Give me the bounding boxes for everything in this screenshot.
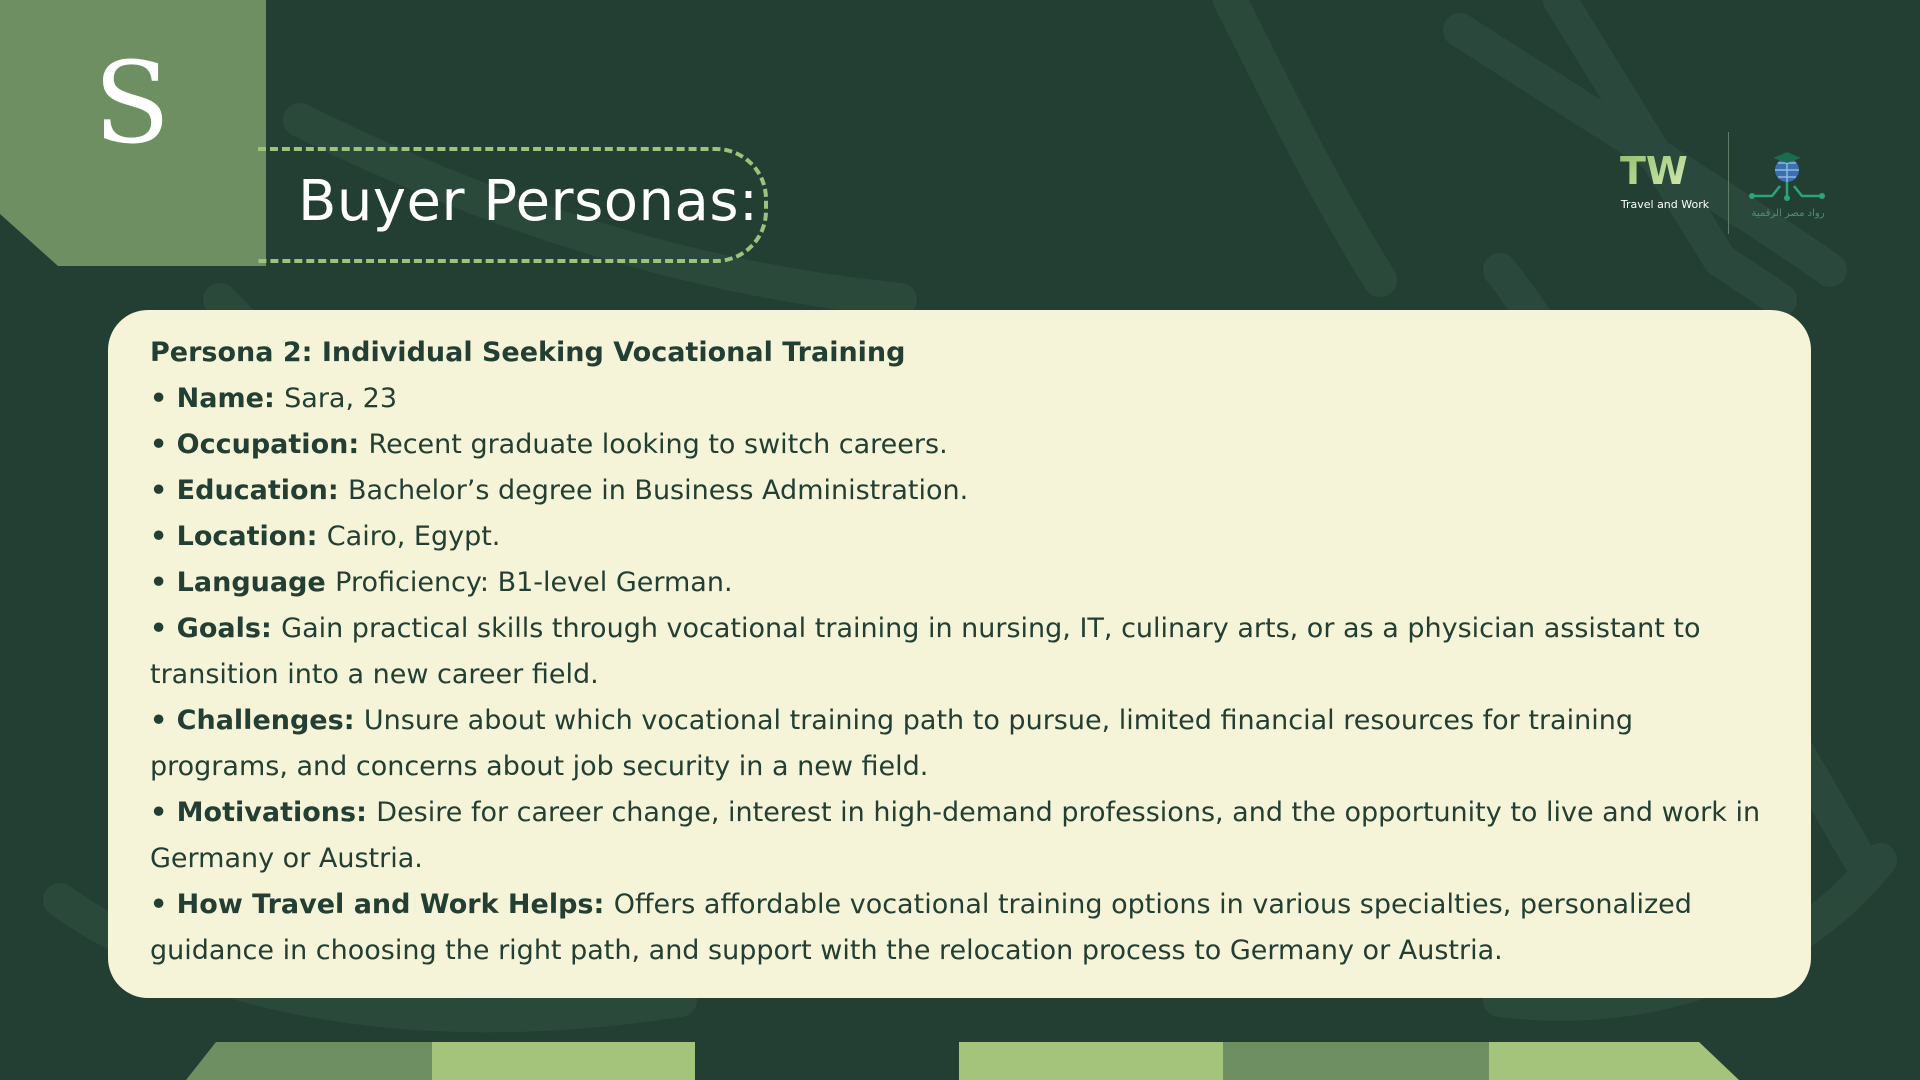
persona-bullet: • Language Proficiency: B1-level German. [150,560,1771,606]
persona-bullet: • Education: Bachelor’s degree in Busine… [150,468,1771,514]
bottom-bar-right-light [959,1042,1223,1080]
bullet-separator: : [343,705,364,736]
bullet-marker: • [150,797,177,828]
bullet-text: Bachelor’s degree in Business Administra… [348,475,969,506]
bullet-marker: • [150,475,177,506]
bottom-bar-right-dark [1223,1042,1489,1080]
bullet-marker: • [150,521,177,552]
bullet-label: Goals [176,613,261,644]
bottom-bar-right-light-2 [1489,1042,1739,1080]
bullet-label: Name [176,383,264,414]
persona-card: Persona 2: Individual Seeking Vocational… [108,310,1811,998]
bullet-text: Cairo, Egypt. [326,521,501,552]
persona-bullet: • Name: Sara, 23 [150,376,1771,422]
bullet-separator: : [593,889,614,920]
bullet-marker: • [150,889,177,920]
bullet-label: Motivations [176,797,357,828]
logo-area: TW Travel and Work رواد مصر الرقمية [1610,130,1840,236]
page-title: Buyer Personas: [298,169,759,234]
bullet-text: Unsure about which vocational training p… [150,705,1633,782]
bullet-separator: : [260,613,282,644]
bullet-marker: • [150,705,177,736]
bullet-label: Language [176,567,326,598]
bullet-label: Education [176,475,328,506]
bullet-label: Location [176,521,307,552]
bullet-label: How Travel and Work Helps [176,889,594,920]
bullet-separator: : [327,475,349,506]
svg-text:TW: TW [1620,150,1688,190]
bullet-separator: : [356,797,377,828]
logo-divider [1728,132,1729,234]
bullet-text: Recent graduate looking to switch career… [368,429,948,460]
bullet-text: Proficiency: B1-level German. [335,567,733,598]
persona-bullet: • Goals: Gain practical skills through v… [150,606,1771,698]
bullet-marker: • [150,429,177,460]
persona-bullet: • How Travel and Work Helps: Offers affo… [150,882,1771,974]
bottom-bar-left-dark [186,1042,432,1080]
bullet-separator: : [306,521,327,552]
persona-heading: Persona 2: Individual Seeking Vocational… [150,337,906,368]
bullet-text: Gain practical skills through vocational… [150,613,1701,690]
persona-bullet: • Motivations: Desire for career change,… [150,790,1771,882]
bullet-separator [326,567,335,598]
bullet-label: Occupation [176,429,349,460]
persona-bullet: • Challenges: Unsure about which vocatio… [150,698,1771,790]
bullet-marker: • [150,613,177,644]
partner-caption: رواد مصر الرقمية [1751,208,1825,219]
bullet-separator: : [263,383,285,414]
partner-logo-icon [1749,152,1825,201]
corner-letter: S [93,39,171,169]
bottom-bar-left-light [432,1042,695,1080]
bullet-separator: : [348,429,369,460]
persona-details: • Name: Sara, 23 • Occupation: Recent gra… [150,376,1771,974]
slide: S Buyer Personas: TW Travel and Work روا… [0,0,1920,1080]
persona-bullet: • Location: Cairo, Egypt. [150,514,1771,560]
tw-caption: Travel and Work [1620,198,1710,211]
tw-logo-icon: TW [1620,150,1688,190]
bullet-marker: • [150,383,177,414]
bullet-text: Desire for career change, interest in hi… [150,797,1761,874]
bullet-label: Challenges [176,705,344,736]
persona-bullet: • Occupation: Recent graduate looking to… [150,422,1771,468]
bullet-text: Sara, 23 [284,383,397,414]
bullet-marker: • [150,567,177,598]
